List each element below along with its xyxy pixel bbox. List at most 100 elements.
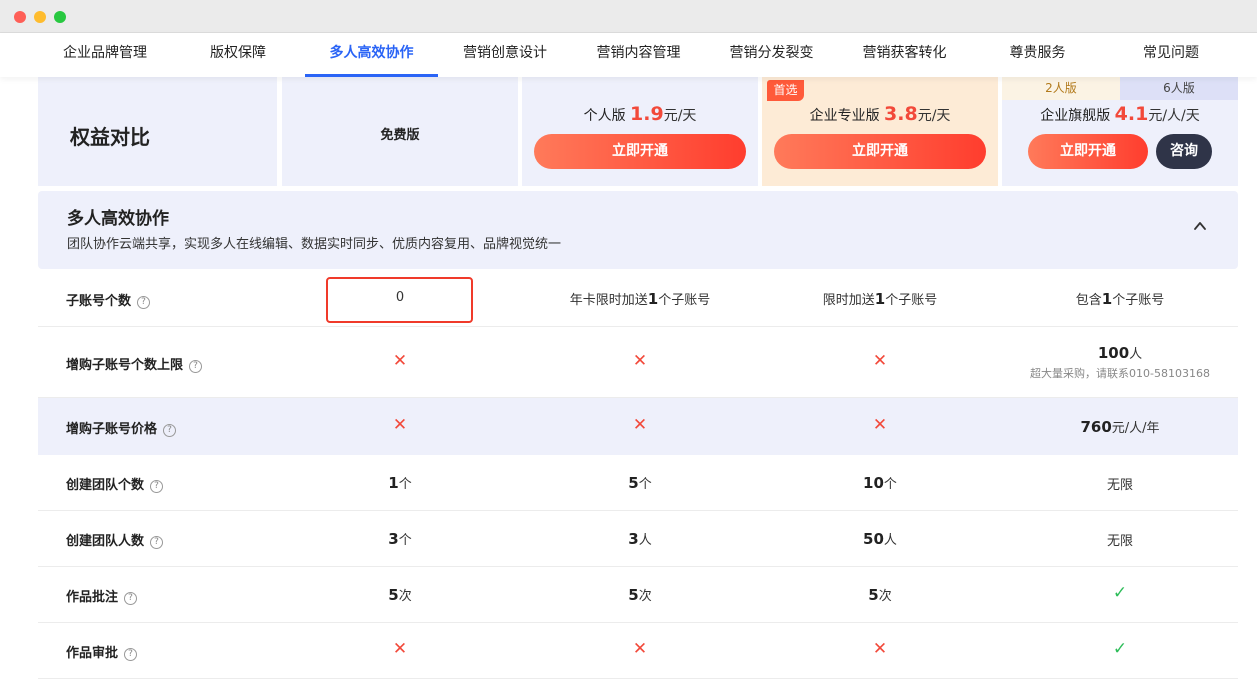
check-icon: ✓ bbox=[1112, 583, 1128, 603]
flagship-open-button[interactable]: 立即开通 bbox=[1028, 134, 1148, 169]
flagship-value: 无限 bbox=[1106, 534, 1133, 549]
table-row-sub-accounts: 子账号个数? 0 年卡限时加送1个子账号 限时加送1个子账号 包含1个子账号 bbox=[38, 270, 1238, 327]
cross-icon: ✕ bbox=[392, 351, 408, 371]
table-row-extra-accounts-limit: 增购子账号个数上限? ✕ ✕ ✕ 100人 超大量采购，请联系010-581031… bbox=[38, 327, 1238, 398]
rights-title: 权益对比 bbox=[70, 125, 150, 149]
value-unit: 个 bbox=[883, 477, 897, 492]
help-icon[interactable]: ? bbox=[163, 424, 177, 437]
value-unit: 次 bbox=[638, 589, 652, 604]
value-number: 3 bbox=[628, 530, 639, 548]
flagship-plan-name: 企业旗舰版 bbox=[1040, 108, 1111, 124]
table-row-extra-account-price: 增购子账号价格? ✕ ✕ ✕ 760元/人/年 bbox=[38, 398, 1238, 455]
value-prefix: 年卡限时加送 bbox=[569, 293, 648, 308]
tab-copyright[interactable]: 版权保障 bbox=[172, 33, 304, 77]
value-unit: 个 bbox=[398, 477, 412, 492]
row-label-text: 作品审批 bbox=[66, 646, 119, 661]
personal-plan-price: 1.9 bbox=[630, 103, 664, 125]
personal-value: 年卡限时加送1个子账号 bbox=[522, 289, 758, 308]
close-window-button[interactable] bbox=[14, 11, 26, 23]
row-label-text: 增购子账号价格 bbox=[66, 422, 158, 437]
help-icon[interactable]: ? bbox=[150, 536, 164, 549]
tab-conversion[interactable]: 营销获客转化 bbox=[838, 33, 971, 77]
free-value: 5次 bbox=[282, 585, 518, 604]
pro-open-button[interactable]: 立即开通 bbox=[774, 134, 986, 169]
free-plan-name: 免费版 bbox=[380, 128, 420, 143]
flagship-value: 包含1个子账号 bbox=[1002, 289, 1238, 308]
value-number: 5 bbox=[388, 586, 399, 604]
value-number: 5 bbox=[628, 586, 639, 604]
flagship-value: 100人 超大量采购，请联系010-58103168 bbox=[1002, 343, 1238, 381]
value-unit: 次 bbox=[878, 589, 892, 604]
value-number: 100 bbox=[1097, 344, 1130, 362]
value-suffix: 个子账号 bbox=[1112, 293, 1165, 308]
chevron-up-icon[interactable] bbox=[1193, 219, 1207, 233]
cross-icon: ✕ bbox=[392, 639, 408, 659]
maximize-window-button[interactable] bbox=[54, 11, 66, 23]
value-unit: 个 bbox=[398, 533, 412, 548]
minimize-window-button[interactable] bbox=[34, 11, 46, 23]
value-unit: 个 bbox=[638, 477, 652, 492]
cross-icon: ✕ bbox=[872, 415, 888, 435]
cross-icon: ✕ bbox=[872, 351, 888, 371]
tab-collaboration[interactable]: 多人高效协作 bbox=[305, 33, 438, 77]
value-unit: 元/人/年 bbox=[1111, 421, 1160, 436]
help-icon[interactable]: ? bbox=[137, 296, 151, 309]
personal-open-button[interactable]: 立即开通 bbox=[534, 134, 746, 169]
tab-content-management[interactable]: 营销内容管理 bbox=[572, 33, 705, 77]
free-plan-header: 免费版 bbox=[282, 77, 518, 186]
personal-plan-price-line: 个人版 1.9元/天 bbox=[522, 103, 758, 125]
row-label-text: 创建团队个数 bbox=[66, 478, 145, 493]
tab-creative-design[interactable]: 营销创意设计 bbox=[438, 33, 572, 77]
personal-plan-name: 个人版 bbox=[583, 108, 626, 124]
flagship-plan-header: 2人版 6人版 企业旗舰版 4.1元/人/天 立即开通 咨询 bbox=[1002, 77, 1238, 186]
pro-plan-price: 3.8 bbox=[884, 103, 918, 125]
tab-brand-management[interactable]: 企业品牌管理 bbox=[38, 33, 172, 77]
value-number: 5 bbox=[628, 474, 639, 492]
help-icon[interactable]: ? bbox=[124, 592, 138, 605]
tab-distribution[interactable]: 营销分发裂变 bbox=[705, 33, 838, 77]
value-prefix: 包含 bbox=[1075, 293, 1102, 308]
pro-plan-price-line: 企业专业版 3.8元/天 bbox=[762, 103, 998, 125]
preferred-badge: 首选 bbox=[767, 80, 804, 101]
help-icon[interactable]: ? bbox=[124, 648, 138, 661]
section-description: 团队协作云端共享，实现多人在线编辑、数据实时同步、优质内容复用、品牌视觉统一 bbox=[67, 237, 562, 252]
pro-value: 50人 bbox=[762, 529, 998, 548]
row-label-text: 作品批注 bbox=[66, 590, 119, 605]
row-label: 作品审批? bbox=[66, 642, 138, 661]
section-title: 多人高效协作 bbox=[67, 209, 169, 229]
flagship-6-person-tab[interactable]: 6人版 bbox=[1120, 77, 1238, 100]
personal-value: 3人 bbox=[522, 529, 758, 548]
consult-button[interactable]: 咨询 bbox=[1156, 134, 1212, 169]
table-row-team-count: 创建团队个数? 1个 5个 10个 无限 bbox=[38, 455, 1238, 511]
value-number: 760 bbox=[1080, 418, 1112, 436]
tab-faq[interactable]: 常见问题 bbox=[1104, 33, 1238, 77]
value-suffix: 个子账号 bbox=[658, 293, 711, 308]
help-icon[interactable]: ? bbox=[189, 360, 203, 373]
help-icon[interactable]: ? bbox=[150, 480, 164, 493]
rights-title-cell: 权益对比 bbox=[38, 77, 277, 186]
row-label: 增购子账号价格? bbox=[66, 418, 177, 437]
row-label: 作品批注? bbox=[66, 586, 138, 605]
window-titlebar bbox=[0, 0, 1257, 33]
pro-value: 5次 bbox=[762, 585, 998, 604]
value-number: 1 bbox=[874, 290, 886, 308]
value-unit: 人 bbox=[883, 533, 897, 548]
value-unit: 次 bbox=[398, 589, 412, 604]
row-label-text: 增购子账号个数上限 bbox=[66, 358, 184, 373]
row-label-text: 创建团队人数 bbox=[66, 534, 145, 549]
flagship-2-person-tab[interactable]: 2人版 bbox=[1002, 77, 1120, 100]
pro-plan-header: 首选 企业专业版 3.8元/天 立即开通 bbox=[762, 77, 998, 186]
pro-value: 10个 bbox=[762, 473, 998, 492]
feature-nav: 企业品牌管理 版权保障 多人高效协作 营销创意设计 营销内容管理 营销分发裂变 … bbox=[0, 33, 1257, 77]
collaboration-section-header: 多人高效协作 团队协作云端共享，实现多人在线编辑、数据实时同步、优质内容复用、品… bbox=[38, 191, 1238, 269]
value-unit: 人 bbox=[638, 533, 652, 548]
free-value: 3个 bbox=[282, 529, 518, 548]
value-number: 10 bbox=[863, 474, 884, 492]
flagship-plan-price-line: 企业旗舰版 4.1元/人/天 bbox=[1002, 103, 1238, 125]
free-value: 1个 bbox=[282, 473, 518, 492]
focus-highlight-box bbox=[326, 277, 473, 323]
tab-premium-service[interactable]: 尊贵服务 bbox=[971, 33, 1104, 77]
flagship-plan-price: 4.1 bbox=[1114, 103, 1149, 125]
bulk-purchase-note: 超大量采购，请联系010-58103168 bbox=[1030, 367, 1210, 380]
personal-value: 5次 bbox=[522, 585, 758, 604]
